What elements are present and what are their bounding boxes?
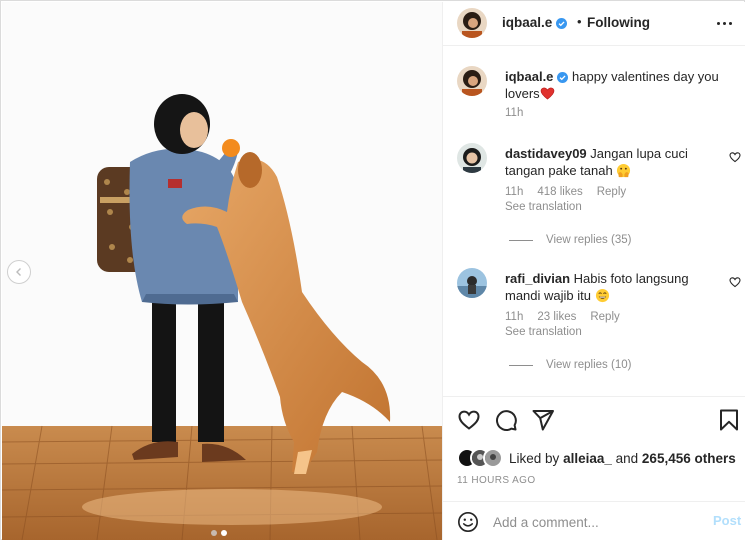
liked-by-prefix: Liked by bbox=[509, 450, 560, 466]
section-divider bbox=[443, 396, 745, 397]
avatar-image bbox=[485, 450, 501, 466]
caption-username[interactable]: iqbaal.e bbox=[505, 69, 553, 84]
liked-by-others[interactable]: 265,456 others bbox=[642, 451, 736, 466]
see-translation-link[interactable]: See translation bbox=[505, 326, 582, 338]
replies-divider bbox=[509, 239, 533, 241]
post-media[interactable] bbox=[2, 2, 442, 540]
view-replies-button[interactable]: View replies (35) bbox=[509, 234, 631, 246]
post-side-panel: iqbaal.e • Following iqbaal.e happy vale… bbox=[442, 2, 745, 540]
grinning-face-emoji bbox=[595, 288, 609, 303]
verified-badge-icon bbox=[556, 18, 568, 29]
chevron-left-icon bbox=[16, 268, 21, 276]
comment-heart-icon[interactable] bbox=[729, 151, 741, 163]
avatar[interactable] bbox=[457, 143, 487, 173]
avatar[interactable] bbox=[457, 66, 487, 96]
caption: iqbaal.e happy valentines day you lovers bbox=[505, 68, 725, 102]
slide-indicator bbox=[211, 530, 227, 536]
comment-age: 11h bbox=[505, 186, 524, 198]
avatar-image bbox=[457, 66, 487, 96]
comment: dastidavey09 Jangan lupa cuci tangan pak… bbox=[505, 145, 725, 179]
header-separator: • bbox=[577, 14, 582, 29]
share-icon[interactable] bbox=[531, 408, 555, 432]
verified-badge-icon bbox=[557, 72, 569, 83]
caption-age: 11h bbox=[505, 107, 524, 119]
liked-by-row: Liked by alleiaa_ and 265,456 others bbox=[457, 447, 736, 469]
emoji-icon[interactable] bbox=[457, 511, 479, 533]
post-author-name[interactable]: iqbaal.e bbox=[502, 15, 552, 30]
comment-heart-icon[interactable] bbox=[729, 276, 741, 288]
avatar[interactable] bbox=[457, 268, 487, 298]
comment-meta: 11h 23 likes Reply bbox=[505, 311, 634, 323]
comment-username[interactable]: rafi_divian bbox=[505, 271, 570, 286]
previous-slide-button[interactable] bbox=[7, 260, 31, 284]
post-header: iqbaal.e • Following bbox=[443, 2, 745, 46]
comment-meta: 11h 418 likes Reply bbox=[505, 186, 640, 198]
liked-by-connector: and bbox=[615, 450, 639, 466]
view-replies-label[interactable]: View replies (35) bbox=[546, 234, 631, 246]
reply-button[interactable]: Reply bbox=[590, 311, 619, 323]
view-replies-label[interactable]: View replies (10) bbox=[546, 359, 631, 371]
caption-meta: 11h bbox=[505, 107, 537, 119]
post-dialog: iqbaal.e • Following iqbaal.e happy vale… bbox=[0, 0, 745, 540]
see-translation-link[interactable]: See translation bbox=[505, 201, 582, 213]
reply-button[interactable]: Reply bbox=[597, 186, 626, 198]
slide-dot bbox=[211, 530, 217, 536]
comment-likes[interactable]: 23 likes bbox=[537, 311, 576, 323]
following-button[interactable]: Following bbox=[587, 15, 650, 30]
avatar-image bbox=[457, 268, 487, 298]
avatar-image bbox=[457, 8, 487, 38]
comment-likes[interactable]: 418 likes bbox=[537, 186, 582, 198]
save-icon[interactable] bbox=[717, 408, 741, 432]
hands-over-mouth-emoji bbox=[617, 163, 631, 178]
replies-divider bbox=[509, 364, 533, 366]
add-comment-bar: Post bbox=[443, 501, 745, 540]
comment-input[interactable] bbox=[493, 511, 693, 533]
likes-summary: Liked by alleiaa_ and 265,456 others bbox=[509, 451, 736, 466]
avatar[interactable] bbox=[457, 8, 487, 38]
avatar[interactable] bbox=[483, 448, 503, 468]
comment: rafi_divian Habis foto langsung mandi wa… bbox=[505, 270, 725, 304]
like-icon[interactable] bbox=[457, 408, 481, 432]
post-comment-button[interactable]: Post bbox=[713, 513, 741, 528]
avatar-image bbox=[457, 143, 487, 173]
slide-dot-active bbox=[221, 530, 227, 536]
heart-emoji bbox=[540, 87, 555, 100]
post-author-username[interactable]: iqbaal.e bbox=[502, 15, 568, 30]
comment-age: 11h bbox=[505, 311, 524, 323]
comment-icon[interactable] bbox=[494, 408, 518, 432]
more-options-icon[interactable] bbox=[717, 14, 737, 32]
post-timestamp[interactable]: 11 HOURS AGO bbox=[457, 475, 536, 486]
view-replies-button[interactable]: View replies (10) bbox=[509, 359, 631, 371]
liked-by-user[interactable]: alleiaa_ bbox=[563, 451, 612, 466]
post-photo bbox=[2, 2, 442, 540]
comment-username[interactable]: dastidavey09 bbox=[505, 146, 587, 161]
